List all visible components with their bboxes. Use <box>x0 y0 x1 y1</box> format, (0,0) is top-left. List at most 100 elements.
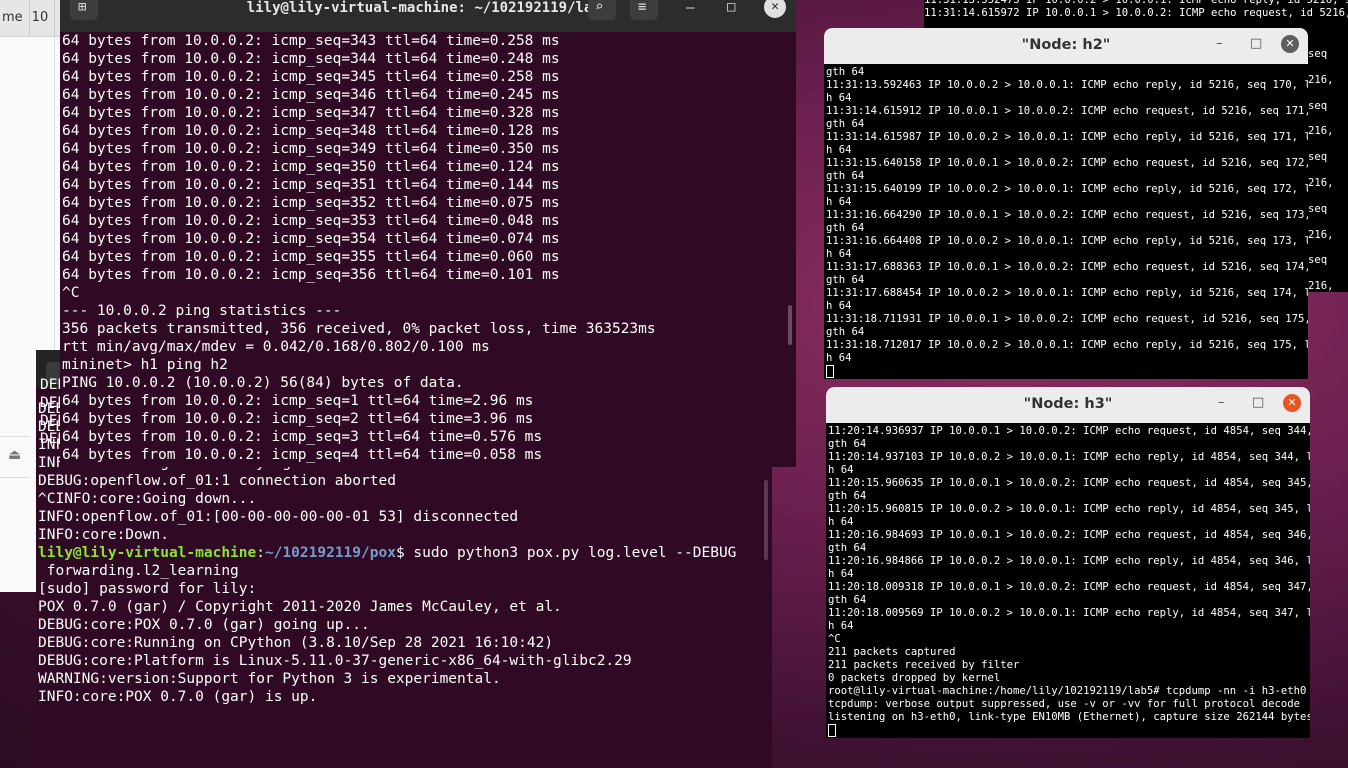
terminal-line: 64 bytes from 10.0.0.2: icmp_seq=1 ttl=6… <box>62 393 534 409</box>
minimize-icon[interactable]: – <box>1218 395 1225 410</box>
terminal-line: 11:20:16.984866 IP 10.0.0.2 > 10.0.0.1: … <box>828 555 1310 567</box>
node-h2-output: gth 64 11:31:13.592463 IP 10.0.0.2 > 10.0… <box>826 66 1308 378</box>
terminal-line: root@lily-virtual-machine:/home/lily/102… <box>828 685 1307 697</box>
terminal-line: DEBUG:core:Running on CPython (3.8.10/Se… <box>38 635 554 651</box>
main-terminal-titlebar: ⊞ lily@lily-virtual-machine: ~/102192119… <box>60 0 796 32</box>
minimize-icon[interactable]: – <box>686 0 694 16</box>
terminal-line: 64 bytes from 10.0.0.2: icmp_seq=348 ttl… <box>62 123 560 139</box>
terminal-line: gth 64 <box>826 118 865 130</box>
node-h2-window[interactable]: "Node: h2" – □ ✕ gth 64 11:31:13.592463 I… <box>824 28 1308 379</box>
terminal-line: INFO:core:Down. <box>38 527 169 543</box>
terminal-line: h 64 <box>826 248 852 260</box>
files-tab-0[interactable]: me <box>0 0 30 36</box>
terminal-line: INFO:core:POX 0.7.0 (gar) is up. <box>38 689 318 705</box>
terminal-line: forwarding.l2_learning <box>38 563 239 579</box>
shell-prompt-line: lily@lily-virtual-machine:~/102192119/po… <box>38 545 737 561</box>
terminal-line: 64 bytes from 10.0.0.2: icmp_seq=343 ttl… <box>62 33 560 49</box>
close-icon[interactable]: ✕ <box>1283 394 1301 412</box>
terminal-line: 11:31:17.688363 IP 10.0.0.1 > 10.0.0.2: … <box>826 261 1308 273</box>
maximize-icon[interactable]: □ <box>1250 36 1262 51</box>
terminal-line: h 64 <box>828 620 854 632</box>
node-h3-title: "Node: h3" <box>1023 396 1113 412</box>
terminal-line: DEBUG:core:Platform is Linux-5.11.0-37-g… <box>38 653 632 669</box>
terminal-line: 11:20:15.960635 IP 10.0.0.1 > 10.0.0.2: … <box>828 477 1310 489</box>
menu-button[interactable]: ≡ <box>630 0 658 20</box>
terminal-line: 11:31:15.640158 IP 10.0.0.1 > 10.0.0.2: … <box>826 157 1308 169</box>
terminal-line: 64 bytes from 10.0.0.2: icmp_seq=353 ttl… <box>62 213 560 229</box>
terminal-line: 64 bytes from 10.0.0.2: icmp_seq=350 ttl… <box>62 159 560 175</box>
terminal-line: 11:20:15.960815 IP 10.0.0.2 > 10.0.0.1: … <box>828 503 1310 515</box>
files-tab-1[interactable]: 10 <box>30 0 56 36</box>
terminal-line: POX 0.7.0 (gar) / Copyright 2011-2020 Ja… <box>38 599 562 615</box>
background-node-fragment: seq <box>1308 202 1328 215</box>
terminal-line: 11:31:14.615972 IP 10.0.0.1 > 10.0.0.2: … <box>924 7 1348 19</box>
terminal-line: 356 packets transmitted, 356 received, 0… <box>62 321 656 337</box>
search-icon: ⌕ <box>595 0 604 15</box>
terminal-line: 64 bytes from 10.0.0.2: icmp_seq=347 ttl… <box>62 105 560 121</box>
maximize-icon[interactable]: □ <box>1252 395 1264 410</box>
prompt-command: $ sudo python3 pox.py log.level --DEBUG <box>395 545 737 561</box>
terminal-line: DEBUG:openflow.of_01:1 connection aborte… <box>38 473 396 489</box>
node-h3-titlebar: "Node: h3" – □ ✕ <box>826 387 1310 423</box>
node-h3-window[interactable]: "Node: h3" – □ ✕ 11:20:14.936937 IP 10.0… <box>826 387 1310 738</box>
terminal-line: h 64 <box>826 92 852 104</box>
background-node-fragment: seq <box>1308 48 1328 60</box>
files-sidebar-eject[interactable]: ⏏ <box>0 436 30 478</box>
background-node-fragment: 216, <box>1308 228 1334 241</box>
main-terminal-output: 64 bytes from 10.0.0.2: icmp_seq=343 ttl… <box>62 32 656 464</box>
terminal-line: 211 packets received by filter <box>828 659 1020 671</box>
terminal-line: gth 64 <box>828 594 867 606</box>
terminal-line: rtt min/avg/max/mdev = 0.042/0.168/0.802… <box>62 339 490 355</box>
terminal-line: 64 bytes from 10.0.0.2: icmp_seq=346 ttl… <box>62 87 560 103</box>
terminal-line: h 64 <box>828 516 854 528</box>
terminal-line: gth 64 <box>828 542 867 554</box>
terminal-line: 0 packets dropped by kernel <box>828 672 1001 684</box>
terminal-line: 11:20:14.936937 IP 10.0.0.1 > 10.0.0.2: … <box>828 425 1310 437</box>
terminal-line: 11:20:18.009569 IP 10.0.0.2 > 10.0.0.1: … <box>828 607 1310 619</box>
minimize-icon[interactable]: – <box>1216 36 1223 51</box>
terminal-line: 11:31:14.615987 IP 10.0.0.2 > 10.0.0.1: … <box>826 131 1308 143</box>
terminal-line: gth 64 <box>826 222 865 234</box>
terminal-line: gth 64 <box>826 66 865 78</box>
background-node-fragment: 216, <box>1308 125 1334 138</box>
terminal-line: INFO:openflow.of_01:[00-00-00-00-00-01 5… <box>38 509 519 525</box>
pox-scrollbar[interactable] <box>764 480 768 560</box>
maximize-icon[interactable]: □ <box>727 0 735 15</box>
text-cursor <box>826 365 834 378</box>
background-node-fragment: 216, <box>1308 177 1334 189</box>
background-node-fragment: seq <box>1308 254 1328 267</box>
terminal-line: 11:31:16.664408 IP 10.0.0.2 > 10.0.0.1: … <box>826 235 1308 247</box>
terminal-line: 11:20:14.937103 IP 10.0.0.2 > 10.0.0.1: … <box>828 451 1310 463</box>
terminal-line: gth 64 <box>828 438 867 450</box>
terminal-line: --- 10.0.0.2 ping statistics --- <box>62 303 342 319</box>
terminal-line: 11:20:16.984693 IP 10.0.0.1 > 10.0.0.2: … <box>828 529 1310 541</box>
terminal-line: PING 10.0.0.2 (10.0.0.2) 56(84) bytes of… <box>62 375 464 391</box>
terminal-line: listening on h3-eth0, link-type EN10MB (… <box>828 711 1310 723</box>
node-h3-output: 11:20:14.936937 IP 10.0.0.1 > 10.0.0.2: … <box>828 425 1310 737</box>
terminal-line: gth 64 <box>828 490 867 502</box>
main-scrollbar[interactable] <box>788 305 792 345</box>
terminal-line: 64 bytes from 10.0.0.2: icmp_seq=351 ttl… <box>62 177 560 193</box>
terminal-line: [sudo] password for lily: <box>38 581 257 597</box>
background-node-fragment: seq <box>1308 99 1328 112</box>
terminal-line: h 64 <box>828 464 854 476</box>
terminal-line: 11:31:14.615912 IP 10.0.0.1 > 10.0.0.2: … <box>826 105 1308 117</box>
terminal-line: ^C <box>62 285 80 301</box>
prompt-user: lily@lily-virtual-machine <box>38 545 257 561</box>
node-h2-titlebar: "Node: h2" – □ ✕ <box>824 28 1308 64</box>
terminal-line: 64 bytes from 10.0.0.2: icmp_seq=355 ttl… <box>62 249 560 265</box>
terminal-line: gth 64 <box>826 326 865 338</box>
terminal-line: DEBUG:core:POX 0.7.0 (gar) going up... <box>38 617 370 633</box>
terminal-line: 64 bytes from 10.0.0.2: icmp_seq=352 ttl… <box>62 195 560 211</box>
terminal-line: 64 bytes from 10.0.0.2: icmp_seq=3 ttl=6… <box>62 429 543 445</box>
search-button[interactable]: ⌕ <box>588 0 616 20</box>
eject-icon: ⏏ <box>8 447 22 463</box>
background-node-fragment: 216, <box>1308 73 1334 86</box>
main-terminal-window[interactable]: ⊞ lily@lily-virtual-machine: ~/102192119… <box>60 0 796 467</box>
close-icon[interactable]: ✕ <box>1281 35 1299 53</box>
terminal-line: h 64 <box>828 568 854 580</box>
terminal-line: 11:31:17.688454 IP 10.0.0.2 > 10.0.0.1: … <box>826 287 1308 299</box>
terminal-line: gth 64 <box>826 274 865 286</box>
terminal-line: WARNING:version:Support for Python 3 is … <box>38 671 501 687</box>
node-h2-title: "Node: h2" <box>1021 37 1111 53</box>
